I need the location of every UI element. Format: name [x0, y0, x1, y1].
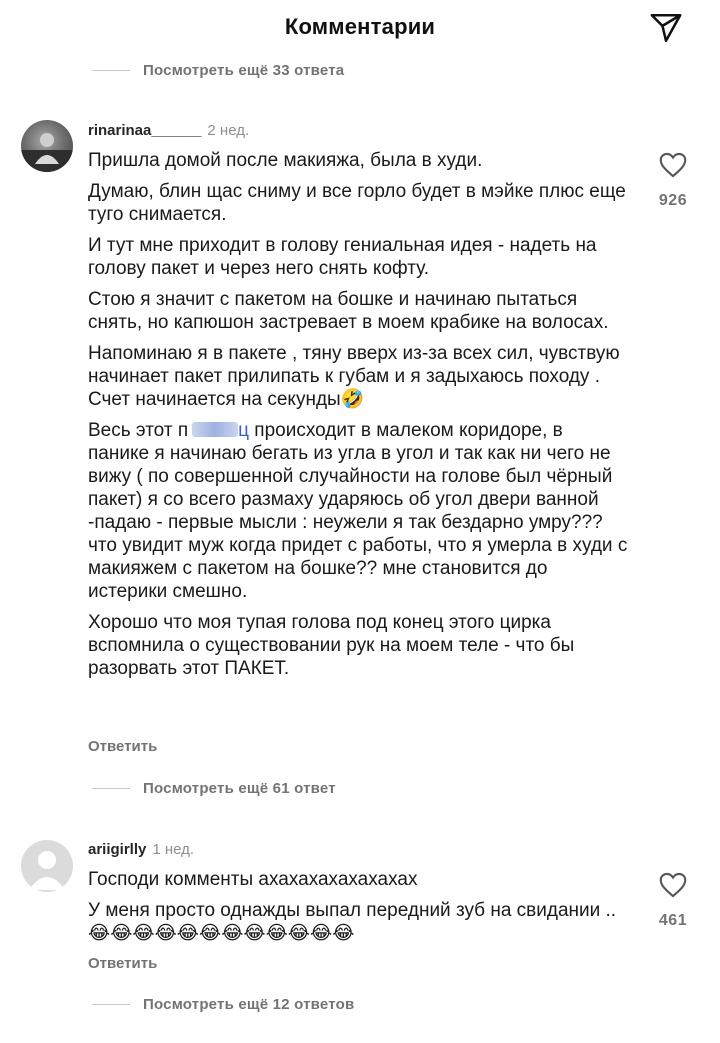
view-more-replies-top[interactable]: Посмотреть ещё 33 ответа — [92, 58, 344, 82]
view-more-replies-label: Посмотреть ещё 61 ответ — [143, 779, 336, 797]
comment-paragraph: И тут мне приходит в голову гениальная и… — [88, 235, 597, 279]
like-control: 926 — [648, 152, 698, 210]
page-title: Комментарии — [284, 14, 436, 39]
avatar[interactable] — [21, 120, 73, 172]
divider-line — [92, 787, 130, 789]
view-more-replies-label: Посмотреть ещё 33 ответа — [143, 61, 345, 79]
comment-time: 1 нед. — [152, 841, 195, 858]
comment: rinarinaa______ 2 нед. Пришла домой после… — [88, 121, 628, 680]
censor-blur — [192, 422, 239, 437]
comment-username[interactable]: ariigirlly — [88, 841, 146, 858]
like-count: 461 — [658, 912, 688, 929]
default-avatar-icon — [29, 851, 65, 890]
divider-line — [92, 69, 130, 71]
paragraph-rest: происходит в малеком коридоре, в панике … — [88, 420, 628, 602]
comment: ariigirlly 1 нед. Господи комменты ахахах… — [88, 840, 628, 945]
like-count: 926 — [658, 192, 688, 209]
censored-letter: ц — [238, 420, 249, 441]
comment-meta: ariigirlly 1 нед. — [88, 840, 628, 860]
comment-paragraph: Стою я значит с пакетом на бошке и начин… — [88, 289, 609, 333]
comment-paragraph: Господи комменты ахахахахахахахах — [88, 869, 418, 890]
view-more-replies[interactable]: Посмотреть ещё 61 ответ — [92, 776, 336, 800]
view-more-replies[interactable]: Посмотреть ещё 12 ответов — [92, 992, 354, 1016]
like-control: 461 — [648, 872, 698, 930]
header: Комментарии — [0, 0, 720, 58]
comment-paragraph: Пришла домой после макияжа, была в худи. — [88, 150, 483, 171]
share-button[interactable] — [646, 8, 686, 48]
send-icon — [650, 13, 682, 43]
comment-meta: rinarinaa______ 2 нед. — [88, 121, 628, 141]
comment-paragraph: Думаю, блин щас сниму и все горло будет … — [88, 181, 626, 225]
comment-paragraph: Напоминаю я в пакете , тяну вверх из-за … — [88, 343, 620, 410]
view-more-replies-label: Посмотреть ещё 12 ответов — [143, 995, 355, 1013]
comment-time: 2 нед. — [207, 122, 250, 139]
comment-paragraph: У меня просто однажды выпал передний зуб… — [88, 900, 617, 944]
heart-icon[interactable] — [659, 152, 687, 178]
reply-button[interactable]: Ответить — [88, 738, 157, 755]
comment-username[interactable]: rinarinaa______ — [88, 122, 201, 139]
user-photo-icon — [21, 133, 73, 172]
heart-icon[interactable] — [659, 872, 687, 898]
reply-button[interactable]: Ответить — [88, 955, 157, 972]
divider-line — [92, 1003, 130, 1005]
paragraph-start: Весь этот п — [88, 420, 189, 441]
comment-paragraph: Хорошо что моя тупая голова под конец эт… — [88, 612, 575, 679]
avatar[interactable] — [21, 840, 73, 892]
comment-paragraph: Весь этот п ц происходит в малеком коридо… — [88, 419, 628, 603]
